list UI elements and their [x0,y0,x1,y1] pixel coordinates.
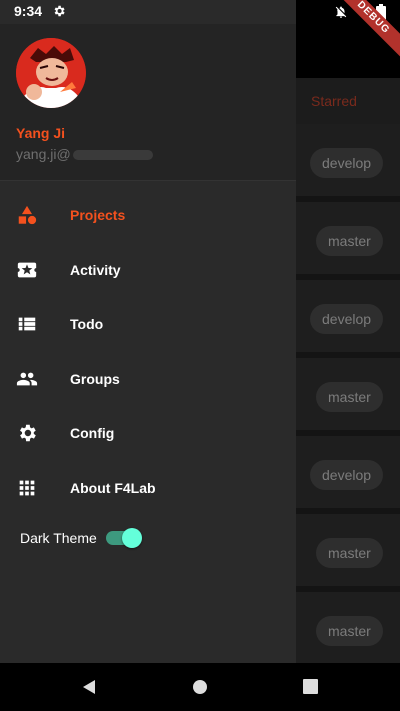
menu-item-groups[interactable]: Groups [0,352,296,407]
branch-chip: master [316,538,383,568]
back-icon[interactable] [81,679,97,695]
branch-chip: develop [310,460,384,490]
avatar[interactable] [16,38,86,108]
email-redaction [72,150,153,161]
home-icon[interactable] [192,679,208,695]
dark-theme-row: Dark Theme [0,522,296,554]
apps-grid-icon [19,480,35,496]
toggle-thumb [122,528,142,548]
navigation-drawer: Yang Ji yang.ji@ Projects Activity Todo … [0,0,296,663]
user-email-text: yang.ji@ [16,146,71,162]
user-name: Yang Ji [16,125,66,141]
menu-item-about[interactable]: About F4Lab [0,461,296,516]
menu-label: Todo [70,316,104,333]
activity-icon [17,262,37,278]
menu-label: Config [70,425,115,442]
drawer-menu: Projects Activity Todo Groups Config Abo… [0,188,296,515]
menu-item-todo[interactable]: Todo [0,297,296,352]
avatar-illustration-icon [16,38,86,108]
groups-icon [16,372,38,386]
dark-theme-toggle[interactable] [106,528,142,548]
menu-item-activity[interactable]: Activity [0,243,296,298]
settings-gear-icon [54,5,65,17]
projects-icon [18,206,37,225]
branch-chip: develop [310,304,384,334]
branch-chip: master [316,616,383,646]
branch-chip: master [316,382,383,412]
notifications-off-icon [335,6,347,18]
system-nav-bar [0,663,400,711]
status-time: 9:34 [14,3,43,19]
branch-chip: develop [310,148,384,178]
screen: Starred develop master develop master de… [0,0,400,711]
menu-item-config[interactable]: Config [0,406,296,461]
status-bar: 9:34 [0,0,400,24]
recents-icon[interactable] [303,679,318,694]
gear-icon [20,425,36,442]
menu-label: About F4Lab [70,479,156,496]
dark-theme-label: Dark Theme [20,530,97,546]
user-email: yang.ji@ [16,146,153,162]
tab-starred[interactable]: Starred [311,93,357,109]
todo-icon [18,317,36,331]
drawer-header: Yang Ji yang.ji@ [0,24,296,181]
menu-label: Activity [70,261,121,278]
menu-label: Groups [70,370,120,387]
menu-label: Projects [70,207,126,224]
branch-chip: master [316,226,383,256]
menu-item-projects[interactable]: Projects [0,188,296,243]
